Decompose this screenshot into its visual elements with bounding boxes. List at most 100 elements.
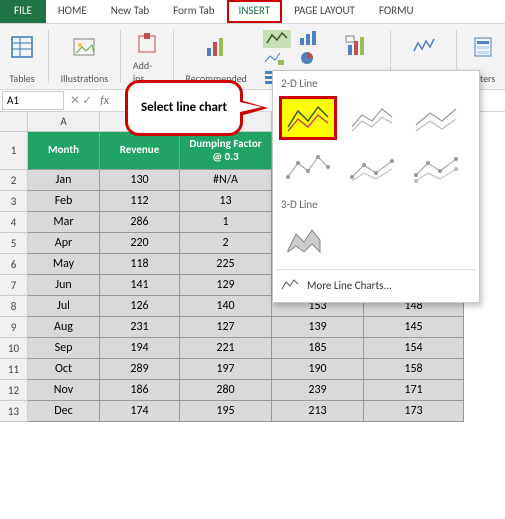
- tab-home[interactable]: HOME: [46, 0, 99, 23]
- cell-dump09[interactable]: 173: [364, 401, 464, 422]
- row-header[interactable]: 10: [0, 338, 28, 359]
- cancel-icon[interactable]: ✕: [70, 93, 80, 108]
- cell-revenue[interactable]: 126: [100, 296, 180, 317]
- cell-dump03[interactable]: 197: [180, 359, 272, 380]
- cell-revenue[interactable]: 220: [100, 233, 180, 254]
- group-illustrations[interactable]: Illustrations: [57, 26, 113, 87]
- enter-icon[interactable]: ✓: [82, 93, 92, 108]
- addins-icon: [133, 28, 161, 59]
- chart-option-line[interactable]: [279, 96, 337, 140]
- cell-month[interactable]: Jun: [28, 275, 100, 296]
- row-header[interactable]: 5: [0, 233, 28, 254]
- cell-dump09[interactable]: 158: [364, 359, 464, 380]
- cell-dump03[interactable]: 140: [180, 296, 272, 317]
- more-line-label: More Line Charts...: [307, 279, 392, 292]
- name-box[interactable]: [2, 91, 64, 110]
- tab-form-tab[interactable]: Form Tab: [161, 0, 226, 23]
- row-header[interactable]: 8: [0, 296, 28, 317]
- group-label: Tables: [9, 72, 34, 85]
- pivotchart-icon: [343, 28, 371, 66]
- cell-revenue[interactable]: 231: [100, 317, 180, 338]
- cell-revenue[interactable]: 112: [100, 191, 180, 212]
- group-tables[interactable]: Tables: [4, 26, 40, 87]
- cell-dump06[interactable]: 139: [272, 317, 364, 338]
- sparkline-icon: [410, 28, 438, 66]
- cell-month[interactable]: Jan: [28, 170, 100, 191]
- stock-chart-icon[interactable]: [263, 50, 285, 66]
- picture-icon: [70, 28, 98, 66]
- row-header[interactable]: 9: [0, 317, 28, 338]
- pie-chart-icon[interactable]: [298, 50, 320, 66]
- tab-file[interactable]: FILE: [0, 0, 46, 23]
- cell-dump03[interactable]: 1: [180, 212, 272, 233]
- cell-dump03[interactable]: 2: [180, 233, 272, 254]
- cell-dump03[interactable]: 225: [180, 254, 272, 275]
- table-row: 11Oct289197190158: [0, 359, 505, 380]
- cell-dump03[interactable]: 221: [180, 338, 272, 359]
- cell-revenue[interactable]: 286: [100, 212, 180, 233]
- header-dump03[interactable]: Dumping Factor @ 0.3: [180, 132, 272, 170]
- col-header-a[interactable]: A: [28, 112, 100, 132]
- more-line-charts[interactable]: More Line Charts...: [277, 272, 475, 298]
- table-row: 9Aug231127139145: [0, 317, 505, 338]
- cell-dump06[interactable]: 213: [272, 401, 364, 422]
- header-month[interactable]: Month: [28, 132, 100, 170]
- cell-dump09[interactable]: 154: [364, 338, 464, 359]
- row-header[interactable]: 2: [0, 170, 28, 191]
- cell-revenue[interactable]: 118: [100, 254, 180, 275]
- fx-label[interactable]: fx: [96, 94, 113, 108]
- cell-revenue[interactable]: 289: [100, 359, 180, 380]
- chart-option-stacked-line[interactable]: [343, 96, 401, 140]
- cell-month[interactable]: Mar: [28, 212, 100, 233]
- group-recommended[interactable]: Recommended: [181, 26, 250, 87]
- row-header[interactable]: 4: [0, 212, 28, 233]
- chart-option-stacked-line-markers[interactable]: [343, 146, 401, 190]
- row-header[interactable]: 13: [0, 401, 28, 422]
- row-header[interactable]: 6: [0, 254, 28, 275]
- cell-dump03[interactable]: 127: [180, 317, 272, 338]
- line-chart-button[interactable]: [263, 30, 291, 48]
- chart-option-100-stacked-line-markers[interactable]: [407, 146, 465, 190]
- tab-new-tab[interactable]: New Tab: [99, 0, 161, 23]
- row-header[interactable]: 3: [0, 191, 28, 212]
- tab-formulas[interactable]: FORMU: [367, 0, 426, 23]
- cell-revenue[interactable]: 186: [100, 380, 180, 401]
- cell-dump03[interactable]: 13: [180, 191, 272, 212]
- row-header[interactable]: 11: [0, 359, 28, 380]
- row-header[interactable]: 7: [0, 275, 28, 296]
- cell-month[interactable]: Nov: [28, 380, 100, 401]
- cell-revenue[interactable]: 130: [100, 170, 180, 191]
- cell-dump06[interactable]: 239: [272, 380, 364, 401]
- group-addins[interactable]: Add-ins: [129, 26, 165, 87]
- table-row: 13Dec174195213173: [0, 401, 505, 422]
- cell-dump09[interactable]: 171: [364, 380, 464, 401]
- cell-revenue[interactable]: 174: [100, 401, 180, 422]
- cell-month[interactable]: May: [28, 254, 100, 275]
- cell-month[interactable]: Feb: [28, 191, 100, 212]
- chart-option-3d-line[interactable]: [279, 217, 337, 261]
- cell-month[interactable]: Jul: [28, 296, 100, 317]
- cell-dump03[interactable]: 280: [180, 380, 272, 401]
- cell-dump03[interactable]: 129: [180, 275, 272, 296]
- tab-page-layout[interactable]: PAGE LAYOUT: [282, 0, 367, 23]
- cell-dump03[interactable]: 195: [180, 401, 272, 422]
- cell-dump03[interactable]: #N/A: [180, 170, 272, 191]
- row-header[interactable]: 1: [0, 132, 28, 170]
- cell-dump06[interactable]: 185: [272, 338, 364, 359]
- row-header[interactable]: 12: [0, 380, 28, 401]
- cell-revenue[interactable]: 194: [100, 338, 180, 359]
- cell-month[interactable]: Dec: [28, 401, 100, 422]
- chart-option-100-stacked-line[interactable]: [407, 96, 465, 140]
- tab-insert[interactable]: INSERT: [227, 0, 283, 23]
- cell-month[interactable]: Aug: [28, 317, 100, 338]
- cell-month[interactable]: Oct: [28, 359, 100, 380]
- cell-revenue[interactable]: 141: [100, 275, 180, 296]
- cell-month[interactable]: Apr: [28, 233, 100, 254]
- chart-option-line-markers[interactable]: [279, 146, 337, 190]
- cell-dump09[interactable]: 145: [364, 317, 464, 338]
- header-revenue[interactable]: Revenue: [100, 132, 180, 170]
- select-all-corner[interactable]: [0, 112, 28, 132]
- bar-chart-icon[interactable]: [298, 30, 320, 46]
- cell-dump06[interactable]: 190: [272, 359, 364, 380]
- cell-month[interactable]: Sep: [28, 338, 100, 359]
